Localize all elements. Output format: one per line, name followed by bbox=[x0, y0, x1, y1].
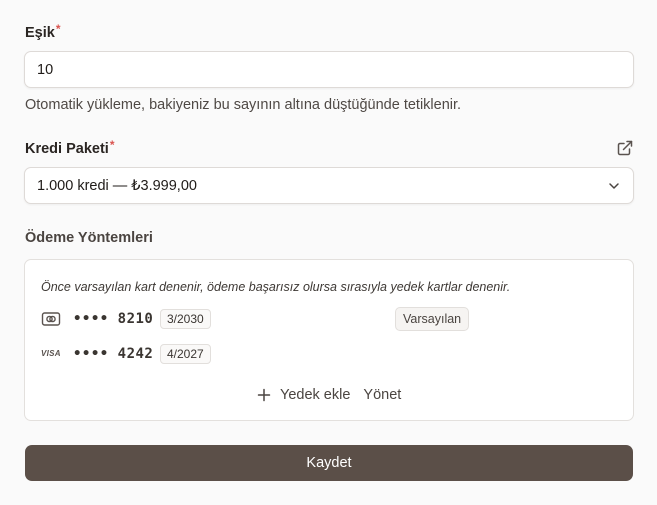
card-icon bbox=[41, 311, 61, 327]
add-backup-button[interactable]: Yedek ekle bbox=[257, 387, 350, 403]
card-expiry: 3/2030 bbox=[160, 309, 211, 329]
save-button[interactable]: Kaydet bbox=[25, 445, 633, 481]
default-badge: Varsayılan bbox=[395, 307, 470, 331]
required-mark: * bbox=[109, 138, 115, 152]
card-number: •••• 8210 bbox=[73, 311, 154, 327]
external-link-icon[interactable] bbox=[617, 140, 633, 156]
payment-methods-hint: Önce varsayılan kart denenir, ödeme başa… bbox=[41, 280, 511, 294]
threshold-label-text: Eşik bbox=[25, 25, 55, 41]
payment-card-row: VISA •••• 4242 4/2027 bbox=[41, 344, 621, 366]
credit-package-label-text: Kredi Paketi bbox=[25, 141, 109, 157]
threshold-label: Eşik* bbox=[25, 22, 61, 41]
plus-icon bbox=[257, 388, 271, 402]
add-backup-label: Yedek ekle bbox=[280, 387, 351, 403]
payment-actions: Yedek ekle Yönet bbox=[257, 385, 401, 405]
chevron-down-icon bbox=[607, 179, 621, 193]
credit-package-select[interactable]: 1.000 kredi — ₺3.999,00 bbox=[24, 167, 634, 204]
card-expiry: 4/2027 bbox=[160, 344, 211, 364]
credit-package-label: Kredi Paketi* bbox=[25, 138, 115, 157]
required-mark: * bbox=[55, 22, 61, 36]
manage-button[interactable]: Yönet bbox=[363, 387, 401, 403]
visa-icon: VISA bbox=[41, 349, 61, 358]
payment-methods-label: Ödeme Yöntemleri bbox=[25, 230, 153, 246]
payment-card-row: •••• 8210 3/2030 Varsayılan bbox=[41, 307, 621, 331]
threshold-input-value: 10 bbox=[37, 61, 54, 78]
card-number: •••• 4242 bbox=[73, 346, 154, 362]
threshold-input[interactable]: 10 bbox=[24, 51, 634, 88]
credit-package-selected-value: 1.000 kredi — ₺3.999,00 bbox=[37, 177, 197, 194]
threshold-help-text: Otomatik yükleme, bakiyeniz bu sayının a… bbox=[25, 97, 462, 113]
payment-methods-card: Önce varsayılan kart denenir, ödeme başa… bbox=[24, 259, 634, 421]
